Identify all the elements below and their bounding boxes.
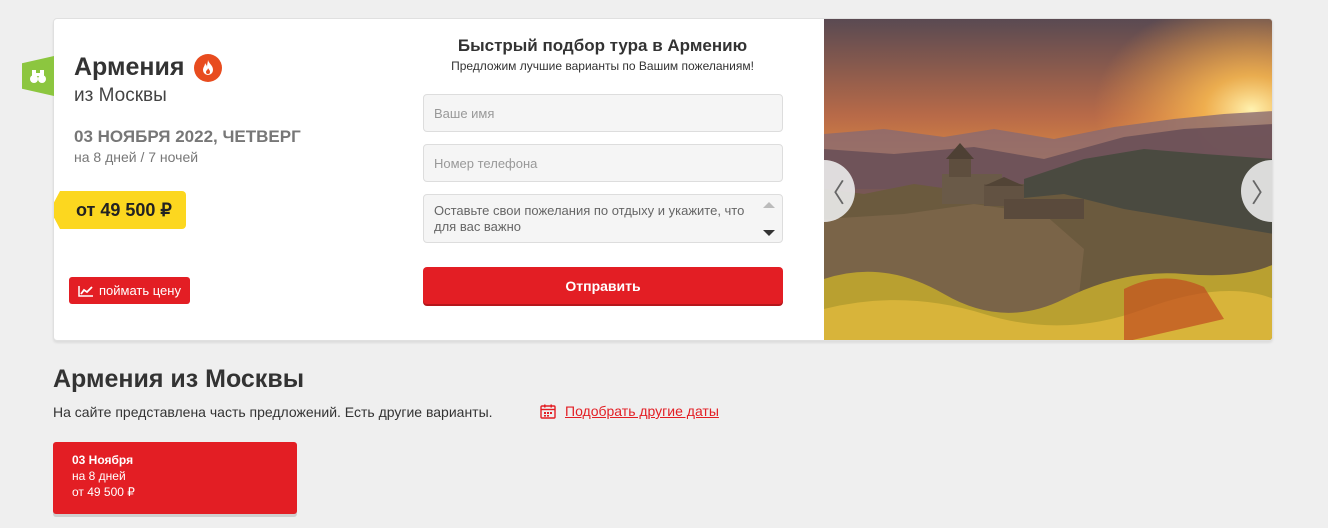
catch-price-button[interactable]: поймать цену [69,277,190,304]
form-title: Быстрый подбор тура в Армению [457,36,748,55]
section-title: Армения из Москвы [53,365,305,393]
catch-price-label: поймать цену [99,283,181,298]
country-name: Армения [74,53,185,81]
armenia-photo: 〈 〉 [824,19,1272,340]
date-card[interactable]: 03 Ноября на 8 дней от 49 500 ₽ [53,442,297,514]
calendar-icon [540,404,556,419]
tour-card: Армения из Москвы 03 НОЯБРЯ 2022, ЧЕТВЕР… [53,18,1273,341]
scroll-down-icon[interactable] [763,230,775,236]
chevron-left-icon: 〈 [824,173,845,210]
binoculars-icon [22,56,54,96]
date-card-duration: на 8 дней [72,469,126,483]
phone-input[interactable] [423,144,783,182]
form-subtitle: Предложим лучшие варианты по Вашим пожел… [451,59,754,73]
fire-icon [194,53,223,82]
other-dates-link[interactable]: Подобрать другие даты [565,403,719,419]
date-card-price: от 49 500 ₽ [72,485,135,499]
wishes-textarea[interactable] [423,194,783,243]
chart-trend-icon [78,285,93,297]
country-title: Армения [74,53,223,82]
name-input[interactable] [423,94,783,132]
scroll-up-icon[interactable] [763,202,775,208]
submit-button[interactable]: Отправить [423,267,783,304]
date-card-date: 03 Ноября [72,453,134,467]
departure-city: из Москвы [74,85,167,106]
tour-date: 03 НОЯБРЯ 2022, ЧЕТВЕРГ [74,127,301,146]
textarea-scrollbar[interactable] [762,202,776,236]
chevron-right-icon: 〉 [1251,173,1272,210]
section-description: На сайте представлена часть предложений.… [53,404,493,420]
other-dates-link-wrap[interactable]: Подобрать другие даты [540,403,719,419]
price-tag: от 49 500 ₽ [54,191,186,229]
tour-duration: на 8 дней / 7 ночей [74,149,199,165]
